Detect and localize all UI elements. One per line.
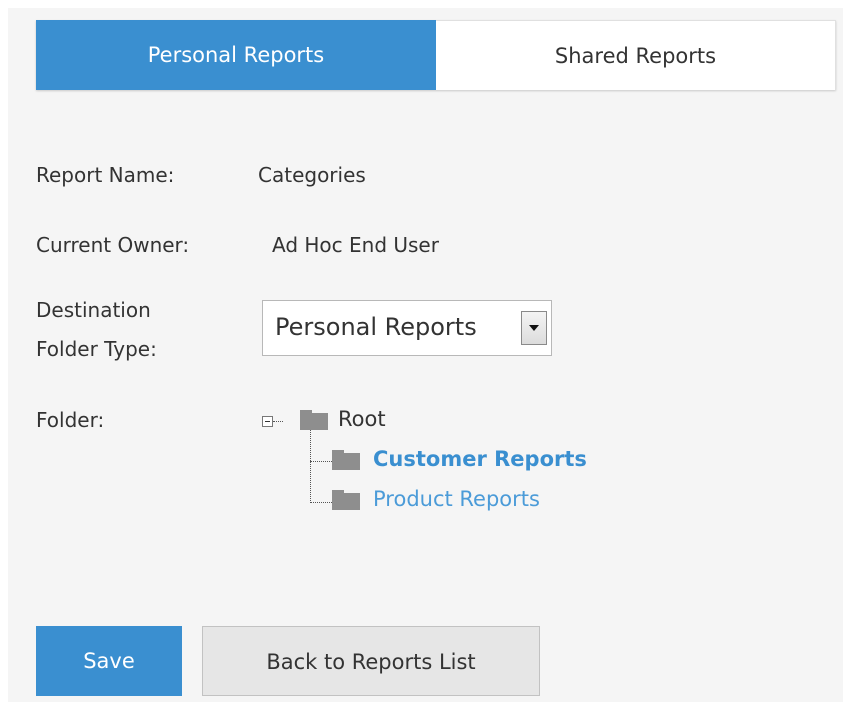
- destination-label-line1: Destination: [36, 298, 151, 322]
- destination-folder-type-value: Personal Reports: [275, 313, 477, 341]
- tree-connector-root: [273, 421, 283, 422]
- back-to-reports-list-button[interactable]: Back to Reports List: [202, 626, 540, 696]
- current-owner-value: Ad Hoc End User: [272, 233, 439, 257]
- destination-folder-type-select[interactable]: Personal Reports: [262, 300, 552, 356]
- tree-node-root[interactable]: Root: [338, 407, 386, 431]
- move-report-panel: Personal Reports Shared Reports Report N…: [8, 8, 843, 702]
- report-name-label: Report Name:: [36, 163, 175, 187]
- tree-connector-vertical: [310, 429, 311, 503]
- destination-label-line2: Folder Type:: [36, 337, 157, 361]
- tab-personal-reports[interactable]: Personal Reports: [36, 20, 436, 90]
- folder-icon: [332, 450, 360, 470]
- report-name-value: Categories: [258, 163, 366, 187]
- folder-icon: [300, 410, 328, 430]
- tab-shared-reports[interactable]: Shared Reports: [436, 20, 836, 90]
- tree-node-customer-reports[interactable]: Customer Reports: [373, 447, 587, 471]
- folder-label: Folder:: [36, 408, 105, 432]
- folder-icon: [332, 490, 360, 510]
- tree-collapse-icon[interactable]: [262, 416, 273, 427]
- tree-connector-product: [310, 502, 332, 503]
- report-type-tabs: Personal Reports Shared Reports: [36, 20, 836, 90]
- tree-connector-customer: [310, 461, 332, 462]
- save-button[interactable]: Save: [36, 626, 182, 696]
- tree-node-product-reports[interactable]: Product Reports: [373, 487, 540, 511]
- chevron-down-icon[interactable]: [521, 311, 547, 345]
- current-owner-label: Current Owner:: [36, 233, 190, 257]
